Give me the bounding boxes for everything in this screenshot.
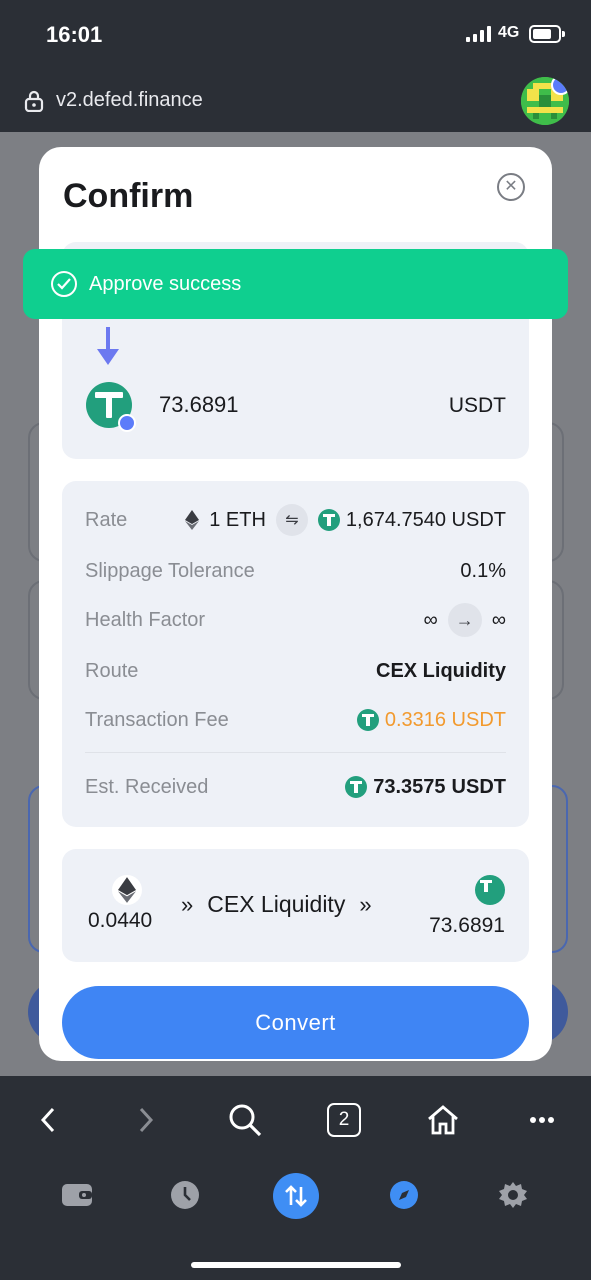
route-label: Route	[85, 659, 139, 682]
signal-icon	[466, 26, 491, 42]
route-value: CEX Liquidity	[376, 659, 506, 682]
slippage-row: Slippage Tolerance 0.1%	[85, 556, 506, 586]
browser-toolbar: 2	[0, 1076, 591, 1160]
transaction-fee-label: Transaction Fee	[85, 708, 229, 731]
est-received-value: 73.3575 USDT	[345, 776, 506, 799]
home-indicator[interactable]	[191, 1262, 401, 1268]
check-circle-icon	[51, 271, 77, 297]
usdt-icon	[475, 875, 505, 905]
transaction-fee-row: Transaction Fee 0.3316 USDT	[85, 705, 506, 735]
rate-row: Rate 1 ETH ⇋ 1,674.7540 USDT	[85, 504, 506, 536]
wallet-avatar[interactable]	[521, 77, 569, 125]
route-via-label: CEX Liquidity	[207, 891, 346, 917]
route-via: » CEX Liquidity »	[181, 891, 372, 918]
app-tab-bar	[0, 1160, 591, 1280]
transaction-fee-amount: 0.3316 USDT	[384, 708, 506, 731]
health-factor-row: Health Factor ∞ → ∞	[85, 603, 506, 637]
more-dots-icon	[530, 1117, 554, 1123]
tab-history[interactable]	[163, 1173, 207, 1217]
health-factor-to: ∞	[491, 608, 506, 631]
rate-value: 1 ETH ⇋ 1,674.7540 USDT	[181, 504, 506, 536]
usdt-icon	[345, 776, 368, 798]
status-time: 16:01	[46, 22, 103, 47]
search-button[interactable]	[225, 1100, 265, 1140]
eth-icon	[112, 875, 142, 905]
close-icon: ✕	[504, 178, 518, 195]
chevron-right-icon: »	[359, 891, 372, 917]
url-text[interactable]: v2.defed.finance	[56, 89, 203, 112]
more-button[interactable]	[522, 1100, 562, 1140]
tabs-count: 2	[327, 1103, 361, 1137]
search-icon	[229, 1104, 262, 1137]
est-received-amount: 73.3575	[373, 775, 446, 798]
est-received-row: Est. Received 73.3575 USDT	[85, 772, 506, 802]
tab-explore[interactable]	[382, 1173, 426, 1217]
est-received-symbol: USDT	[451, 775, 506, 798]
modal-title: Confirm	[63, 177, 194, 215]
tab-wallet[interactable]	[55, 1173, 99, 1217]
home-icon	[428, 1105, 458, 1135]
clock-icon	[171, 1181, 199, 1209]
swap-rate-button[interactable]: ⇋	[275, 504, 308, 536]
home-button[interactable]	[423, 1100, 463, 1140]
route-row: Route CEX Liquidity	[85, 656, 506, 686]
status-bar: 16:01 4G	[0, 0, 591, 70]
tabs-button[interactable]: 2	[324, 1100, 364, 1140]
chevron-left-icon	[40, 1107, 55, 1133]
swap-vertical-icon	[285, 1185, 307, 1207]
swap-arrows-icon: ⇋	[285, 512, 299, 529]
usdt-icon	[86, 382, 136, 432]
details-panel: Rate 1 ETH ⇋ 1,674.7540 USDT Slippage To…	[62, 481, 529, 827]
tab-swap[interactable]	[273, 1173, 319, 1219]
slippage-label: Slippage Tolerance	[85, 559, 255, 582]
close-button[interactable]: ✕	[497, 173, 525, 201]
toast-message: Approve success	[89, 272, 242, 295]
health-factor-label: Health Factor	[85, 608, 206, 631]
route-from-amount: 0.0440	[88, 909, 153, 932]
to-amount: 73.6891	[159, 392, 239, 417]
rate-from: 1 ETH	[209, 508, 266, 531]
divider	[85, 752, 506, 753]
wallet-icon	[62, 1184, 92, 1206]
gear-icon	[499, 1182, 527, 1208]
chevron-right-icon: »	[181, 891, 194, 917]
network-type: 4G	[498, 24, 520, 41]
to-symbol: USDT	[448, 394, 506, 417]
route-to-amount: 73.6891	[429, 914, 505, 937]
rate-label: Rate	[85, 508, 128, 531]
usdt-icon	[317, 509, 340, 531]
eth-network-badge-icon	[551, 77, 569, 95]
rate-to: 1,674.7540 USDT	[345, 508, 506, 531]
route-path-panel: 0.0440 » CEX Liquidity » 73.6891	[62, 849, 529, 962]
compass-icon	[390, 1181, 418, 1209]
route-to: 73.6891	[429, 875, 505, 938]
back-button[interactable]	[28, 1100, 68, 1140]
est-received-label: Est. Received	[85, 775, 209, 798]
health-factor-value: ∞ → ∞	[423, 603, 506, 637]
usdt-icon	[356, 709, 379, 731]
eth-network-badge-icon	[118, 414, 136, 432]
convert-button[interactable]: Convert	[62, 986, 529, 1059]
tab-settings[interactable]	[491, 1173, 535, 1217]
health-factor-from: ∞	[423, 608, 438, 631]
to-token-row: 73.6891 USDT	[86, 382, 506, 432]
arrow-right-icon: →	[447, 603, 482, 637]
forward-button[interactable]	[126, 1100, 166, 1140]
browser-url-bar[interactable]: v2.defed.finance	[0, 70, 591, 132]
arrow-down-icon	[97, 327, 119, 365]
lock-icon	[24, 90, 44, 112]
battery-icon	[529, 25, 565, 43]
chevron-right-icon	[139, 1107, 154, 1133]
transaction-fee-value: 0.3316 USDT	[356, 708, 506, 732]
slippage-value: 0.1%	[460, 559, 506, 582]
success-toast: Approve success	[23, 249, 568, 319]
eth-icon	[181, 509, 204, 531]
